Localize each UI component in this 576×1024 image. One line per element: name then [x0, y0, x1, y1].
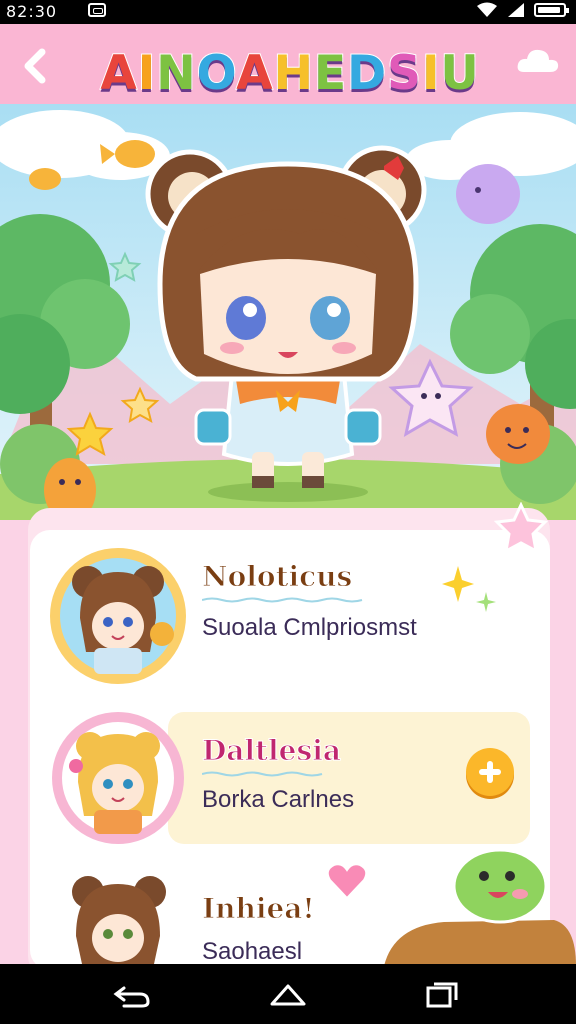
character-avatar[interactable] — [50, 548, 186, 684]
game-title: AINOAHEDSIU — [70, 44, 510, 104]
system-nav-bar — [0, 964, 576, 1024]
nav-back-icon[interactable] — [110, 978, 154, 1010]
title-letter: I — [421, 45, 441, 102]
character-name[interactable]: Inhiea! — [202, 892, 316, 926]
title-letter: S — [386, 45, 422, 102]
signal-icon — [508, 3, 524, 17]
nav-recents-icon[interactable] — [420, 978, 464, 1010]
nav-home-icon[interactable] — [266, 978, 310, 1010]
wifi-icon — [477, 2, 497, 17]
character-name[interactable]: Noloticus — [201, 560, 352, 594]
sparkle-icon — [442, 566, 496, 612]
title-letter: I — [137, 45, 157, 102]
title-letter: E — [313, 45, 348, 102]
title-letter: U — [439, 45, 480, 102]
title-letter: A — [235, 45, 274, 102]
hero-scene — [0, 104, 576, 520]
character-subtitle: Saohaesl — [202, 938, 303, 965]
back-arrow-icon[interactable] — [18, 46, 52, 86]
status-time: 82:30 — [6, 2, 58, 21]
add-character-button[interactable] — [466, 748, 514, 796]
mushroom-critter — [486, 404, 550, 464]
heart-icon — [326, 863, 368, 900]
avatar-blonde-girl-icon — [62, 722, 174, 834]
title-letter: A — [99, 45, 138, 102]
title-letter: D — [346, 45, 388, 102]
character-subtitle: Borka Carlnes — [202, 786, 355, 813]
cloud-icon — [517, 49, 559, 72]
title-letter: N — [155, 45, 197, 102]
battery-icon — [534, 3, 569, 17]
title-letter: H — [273, 45, 314, 102]
character-name[interactable]: Daltlesia — [202, 734, 342, 768]
character-subtitle: Suoala Cmlpriosmst — [202, 614, 417, 641]
status-bar: 82:30 — [0, 0, 576, 24]
character-avatar[interactable] — [52, 712, 184, 844]
frog-critter — [384, 848, 576, 966]
avatar-bear-girl-icon — [60, 558, 176, 674]
header-bar: AINOAHEDSIU — [0, 24, 576, 104]
panel-star-icon — [494, 502, 548, 554]
message-icon — [88, 3, 106, 17]
title-letter: O — [196, 45, 237, 102]
name-underline — [202, 771, 323, 777]
name-underline — [202, 597, 363, 603]
